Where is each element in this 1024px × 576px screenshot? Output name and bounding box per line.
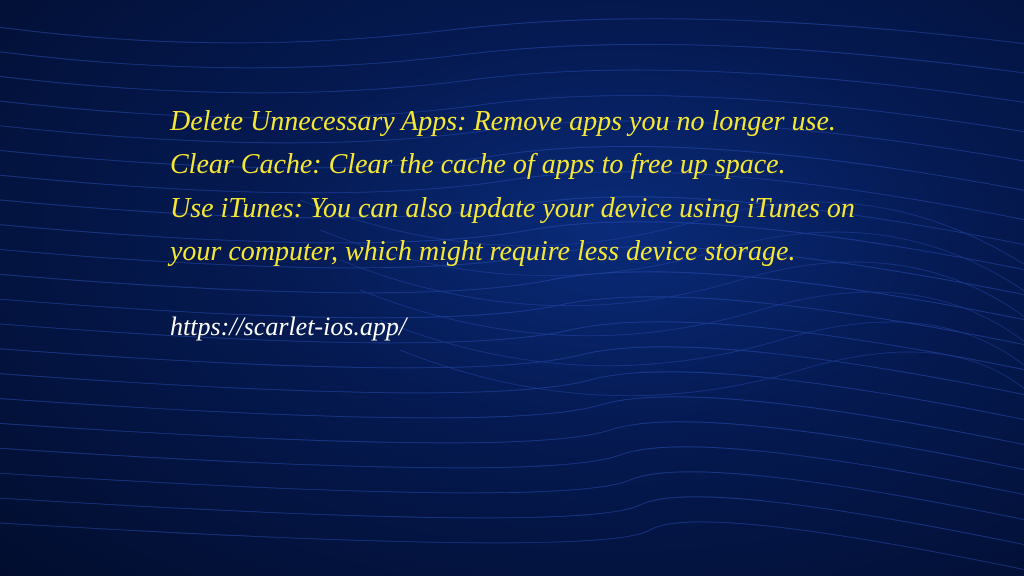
tip-title: Delete Unnecessary Apps: xyxy=(170,106,467,137)
tips-list: Delete Unnecessary Apps: Remove apps you… xyxy=(170,100,864,274)
tip-body: Remove apps you no longer use. xyxy=(474,106,836,137)
tip-item: Use iTunes: You can also update your dev… xyxy=(170,187,864,274)
tip-title: Clear Cache: xyxy=(170,149,322,180)
tip-item: Delete Unnecessary Apps: Remove apps you… xyxy=(170,100,864,143)
slide-content: Delete Unnecessary Apps: Remove apps you… xyxy=(0,0,1024,342)
tip-body: Clear the cache of apps to free up space… xyxy=(329,149,786,180)
tip-item: Clear Cache: Clear the cache of apps to … xyxy=(170,143,864,186)
tip-title: Use iTunes: xyxy=(170,193,303,224)
source-url: https://scarlet-ios.app/ xyxy=(170,312,864,342)
